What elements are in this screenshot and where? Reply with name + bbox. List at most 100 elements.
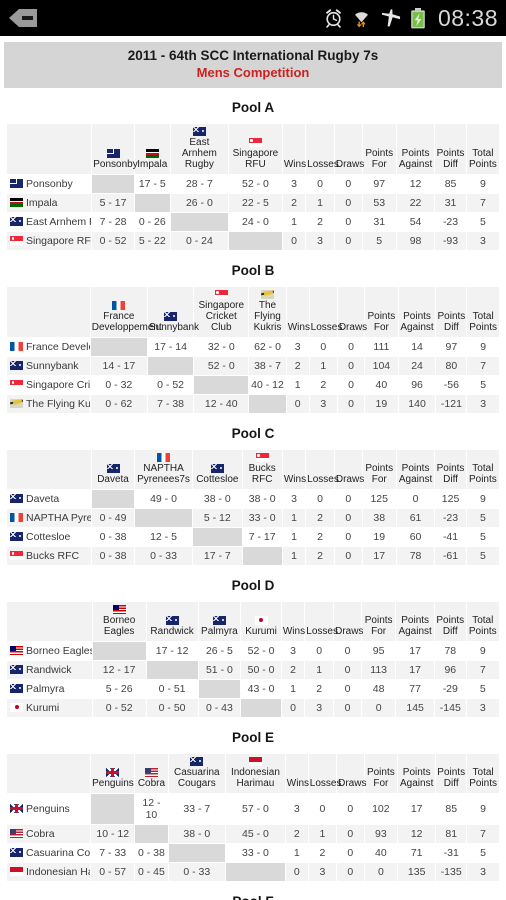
- column-header-team: NAPTHA Pyrenees7s: [133, 449, 194, 491]
- flag-icon: [10, 361, 23, 371]
- stat-cell: 97: [435, 337, 468, 358]
- stat-cell: 2: [305, 508, 335, 529]
- column-header-stat: Draws: [336, 286, 367, 339]
- result-cell: 0 - 51: [145, 679, 199, 700]
- result-cell: 26 - 0: [169, 193, 230, 214]
- flag-icon: [112, 301, 126, 311]
- result-cell: 0 - 50: [145, 698, 199, 719]
- table-corner-cell: [6, 286, 91, 339]
- column-header-label: Singapore RFU: [232, 148, 279, 171]
- stat-cell: 85: [435, 793, 468, 826]
- stat-cell: 1: [281, 508, 307, 529]
- result-cell: 52 - 0: [193, 356, 250, 377]
- flag-icon: [214, 290, 228, 300]
- result-cell: 0 - 43: [197, 698, 242, 719]
- column-header-label: Daveta: [97, 474, 129, 486]
- stat-cell: 17: [397, 793, 437, 826]
- result-cell: 12 - 40: [193, 394, 250, 415]
- table-header-row: Ponsonby Impala East Arnhem Rugby Singapore…: [5, 123, 501, 176]
- stat-cell: 5: [466, 843, 500, 864]
- flag-icon: [10, 684, 23, 694]
- result-cell: 40 - 12: [248, 375, 287, 396]
- row-team-name-label: Cobra: [26, 828, 55, 841]
- column-header-label: Cottesloe: [196, 474, 239, 486]
- result-cell-self: [134, 824, 169, 845]
- row-team-name-cell: Daveta: [5, 489, 93, 510]
- result-cell-self: [240, 698, 282, 719]
- result-cell: 62 - 0: [248, 337, 287, 358]
- stat-cell: 7: [466, 824, 500, 845]
- row-team-name-cell: Singapore RFU: [5, 231, 93, 252]
- column-header-team: Cobra: [134, 753, 169, 795]
- result-cell: 17 - 7: [192, 546, 243, 567]
- result-cell-self: [145, 660, 199, 681]
- pool-section: Pool E Penguins Cobra Casuarina Cougars Indo…: [0, 730, 506, 883]
- pool-standings-table: Borneo Eagles Randwick Palmyra Kurumi Wins Lo…: [6, 601, 501, 719]
- stat-cell: 0: [333, 660, 363, 681]
- column-header-team: Cottesloe: [192, 449, 243, 491]
- result-cell: 0 - 52: [91, 231, 135, 252]
- column-header-label: The Flying Kukris: [253, 300, 282, 334]
- stat-cell: 2: [304, 679, 335, 700]
- result-cell: 12 - 17: [91, 660, 147, 681]
- result-cell: 33 - 7: [167, 793, 227, 826]
- row-team-name-label: Penguins: [26, 803, 70, 816]
- result-cell: 38 - 0: [241, 489, 283, 510]
- flag-icon: [112, 605, 126, 615]
- stat-cell: 9: [465, 489, 501, 510]
- row-team-name-label: Cottesloe: [26, 531, 71, 544]
- result-cell: 22 - 5: [228, 193, 283, 214]
- column-header-stat: Draws: [333, 449, 364, 491]
- result-cell: 45 - 0: [225, 824, 286, 845]
- stat-cell: 0: [305, 174, 335, 195]
- stat-cell: 3: [466, 394, 500, 415]
- column-header-label: Penguins: [92, 778, 134, 790]
- pools-container: Pool A Ponsonby Impala East Arnhem Rugby Sin…: [0, 100, 506, 900]
- column-header-stat: Points For: [361, 123, 397, 176]
- column-header-label: Borneo Eagles: [103, 615, 136, 638]
- stat-cell: 38: [361, 508, 397, 529]
- stat-cell: 98: [395, 231, 436, 252]
- stat-cell: 2: [305, 527, 335, 548]
- result-cell-self: [89, 337, 148, 358]
- stat-cell: 3: [285, 337, 310, 358]
- stat-cell: 80: [435, 356, 468, 377]
- stat-cell: 40: [364, 375, 399, 396]
- stat-cell: 9: [465, 641, 501, 662]
- column-header-team: Indonesian Harimau: [225, 753, 286, 795]
- row-team-name-label: Singapore RFU: [26, 235, 92, 248]
- column-header-stat: Wins: [285, 286, 310, 339]
- back-button[interactable]: [8, 7, 42, 29]
- column-header-stat: Losses: [308, 286, 342, 339]
- stat-cell: 0: [281, 231, 307, 252]
- column-header-label: Ponsonby: [93, 159, 138, 171]
- table-row: Sunnybank 14 - 17 52 - 0 38 - 7 2 1 0 104 24 80 7: [6, 356, 500, 377]
- stat-cell: 3: [281, 489, 307, 510]
- result-cell: 14 - 17: [89, 356, 148, 377]
- stat-cell: 0: [333, 698, 363, 719]
- result-cell: 0 - 62: [89, 394, 148, 415]
- flag-icon: [192, 127, 206, 137]
- table-row: Palmyra 5 - 26 0 - 51 43 - 0 1 2 0 48 77 -29 5: [6, 679, 501, 700]
- pool-heading: Pool B: [231, 263, 275, 279]
- result-cell: 38 - 0: [167, 824, 227, 845]
- row-team-name-cell: Cottesloe: [5, 527, 93, 548]
- result-cell-self: [169, 212, 230, 233]
- stat-cell: 19: [361, 527, 397, 548]
- row-team-name-label: Randwick: [26, 664, 72, 677]
- column-header-label: Kurumi: [245, 626, 277, 638]
- flag-icon: [10, 848, 23, 858]
- stat-cell: 12: [397, 824, 437, 845]
- stat-cell: 2: [305, 212, 335, 233]
- status-icons-group: 08:38: [324, 6, 498, 30]
- stat-cell: 1: [308, 356, 338, 377]
- table-header-row: Borneo Eagles Randwick Palmyra Kurumi Wins Lo…: [6, 601, 501, 643]
- stat-cell: 0: [333, 193, 363, 214]
- result-cell: 24 - 0: [228, 212, 283, 233]
- stat-cell: 54: [395, 212, 436, 233]
- stat-cell: 17: [361, 546, 397, 567]
- row-team-name-cell: Impala: [5, 193, 93, 214]
- row-team-name-cell: Kurumi: [6, 698, 93, 719]
- table-row: Borneo Eagles 17 - 12 26 - 5 52 - 0 3 0 0 95 17 7…: [6, 641, 501, 662]
- flag-icon: [10, 646, 23, 656]
